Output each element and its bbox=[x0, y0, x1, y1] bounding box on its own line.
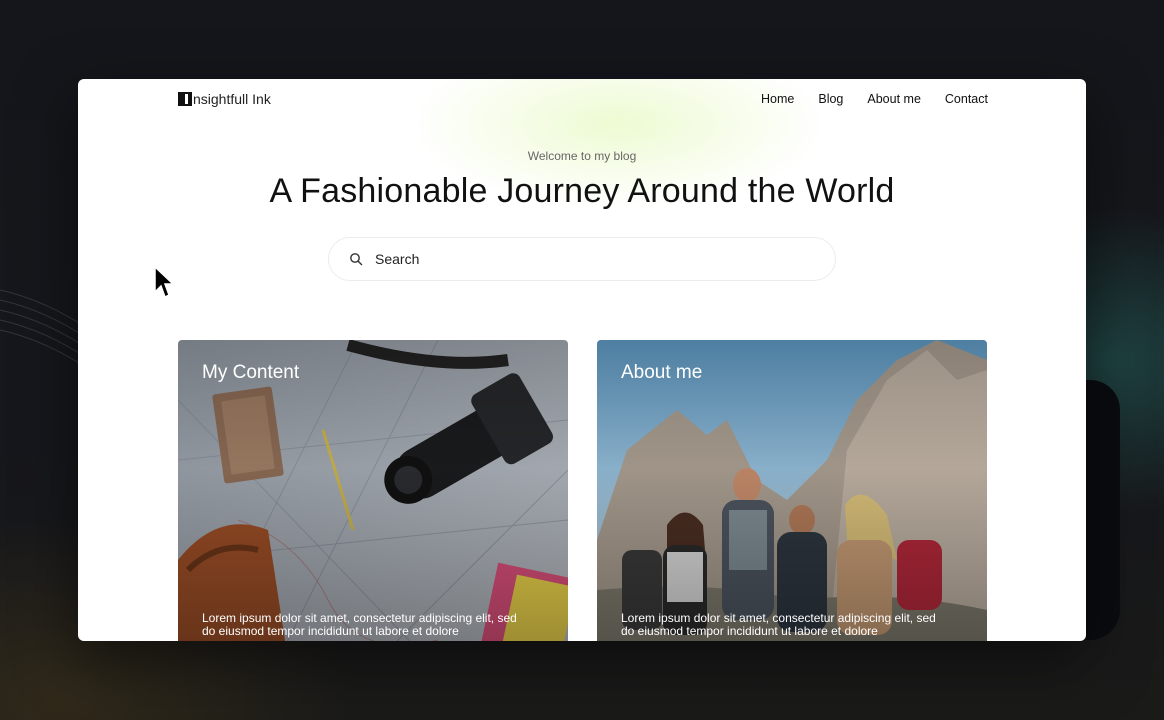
card-overlay bbox=[178, 340, 568, 641]
card-title: About me bbox=[621, 362, 703, 383]
top-navigation: nsightfull Ink Home Blog About me Contac… bbox=[178, 89, 988, 109]
browser-window: nsightfull Ink Home Blog About me Contac… bbox=[78, 79, 1086, 641]
card-my-content[interactable]: My Content Lorem ipsum dolor sit amet, c… bbox=[178, 340, 568, 641]
mouse-pointer-icon bbox=[154, 266, 175, 299]
nav-link-blog[interactable]: Blog bbox=[818, 92, 843, 106]
brand-logo[interactable]: nsightfull Ink bbox=[178, 91, 271, 107]
card-overlay bbox=[597, 340, 987, 641]
decorative-lines bbox=[0, 289, 90, 371]
card-about-me[interactable]: About me Lorem ipsum dolor sit amet, con… bbox=[597, 340, 987, 641]
card-description: Lorem ipsum dolor sit amet, consectetur … bbox=[202, 611, 517, 638]
card-title: My Content bbox=[202, 362, 300, 383]
brand-name: nsightfull Ink bbox=[193, 91, 271, 107]
nav-link-contact[interactable]: Contact bbox=[945, 92, 988, 106]
nav-link-about[interactable]: About me bbox=[867, 92, 921, 106]
nav-link-home[interactable]: Home bbox=[761, 92, 794, 106]
nav-links: Home Blog About me Contact bbox=[761, 92, 988, 106]
search-input[interactable] bbox=[373, 250, 797, 268]
logo-mark-icon bbox=[178, 92, 192, 106]
hero-eyebrow: Welcome to my blog bbox=[527, 149, 637, 163]
page-title: A Fashionable Journey Around the World bbox=[269, 172, 895, 210]
card-description: Lorem ipsum dolor sit amet, consectetur … bbox=[621, 611, 936, 638]
search-icon bbox=[350, 253, 363, 266]
search-bar[interactable] bbox=[328, 237, 836, 281]
